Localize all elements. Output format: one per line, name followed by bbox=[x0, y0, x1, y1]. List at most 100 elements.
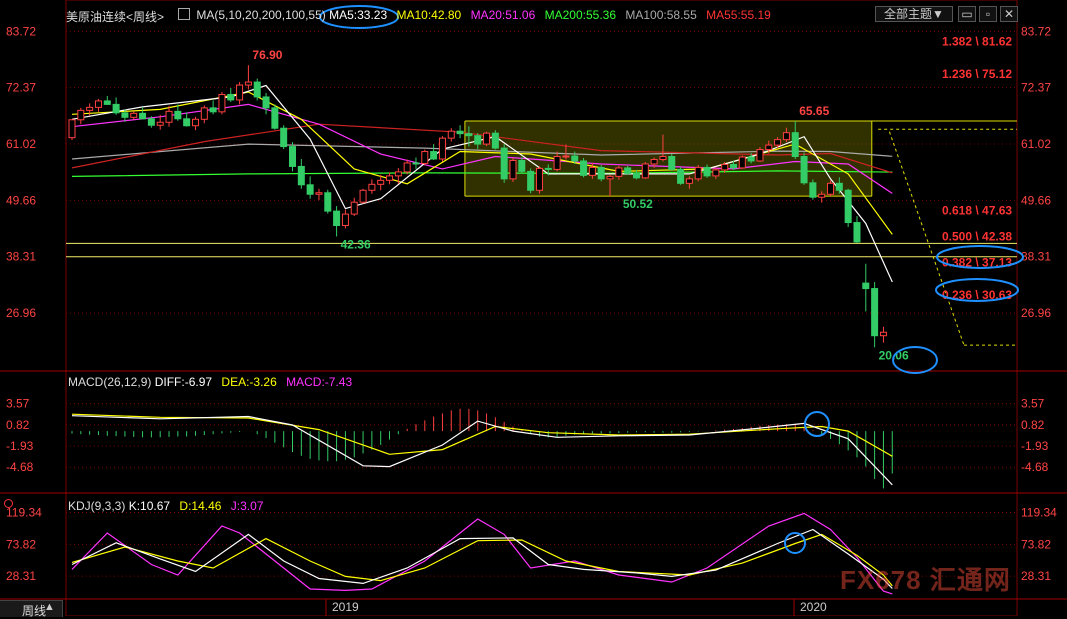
candle-body bbox=[650, 158, 658, 165]
kdj-k: K:10.67 bbox=[128, 499, 171, 513]
maximize-icon: ▫ bbox=[985, 7, 991, 21]
main-ytick-left: 61.02 bbox=[6, 137, 36, 151]
candle-body bbox=[871, 288, 879, 337]
candle-body bbox=[465, 133, 473, 137]
macd-dea: DEA:-3.26 bbox=[221, 375, 277, 389]
candle-body bbox=[280, 127, 288, 148]
candle-body bbox=[659, 156, 667, 160]
main-ytick-right: 61.02 bbox=[1021, 137, 1051, 151]
candle-body bbox=[624, 167, 632, 174]
maximize-button[interactable]: ▫ bbox=[979, 6, 997, 22]
candle-body bbox=[491, 132, 499, 149]
minimize-button[interactable]: ▭ bbox=[958, 6, 976, 22]
kdj-label: KDJ(9,3,3) bbox=[68, 499, 126, 513]
fib-label: 1.236 \ 75.12 bbox=[942, 67, 1012, 81]
candle-body bbox=[703, 166, 711, 177]
main-ytick-right: 26.96 bbox=[1021, 306, 1051, 320]
candle-body bbox=[121, 112, 129, 118]
candle-body bbox=[112, 103, 120, 114]
macd-ytick-left: -1.93 bbox=[6, 439, 34, 453]
candle-body bbox=[712, 169, 720, 177]
macd-ytick-right: 3.57 bbox=[1021, 397, 1045, 411]
candle-body bbox=[597, 166, 605, 180]
price-label: 76.90 bbox=[252, 48, 282, 62]
candle-body bbox=[191, 118, 199, 127]
candle-body bbox=[262, 96, 270, 109]
candle-body bbox=[668, 156, 676, 170]
price-label: 50.52 bbox=[623, 197, 653, 211]
macd-ytick-right: -4.68 bbox=[1021, 460, 1049, 474]
kdj-j: J:3.07 bbox=[230, 499, 264, 513]
candle-body bbox=[809, 182, 817, 198]
candle-body bbox=[580, 160, 588, 176]
main-ytick-left: 26.96 bbox=[6, 306, 36, 320]
candle-body bbox=[756, 149, 764, 162]
candle-body bbox=[747, 156, 755, 162]
candle-body bbox=[474, 135, 482, 145]
close-button[interactable]: ✕ bbox=[1000, 6, 1018, 22]
candle-body bbox=[103, 100, 111, 105]
candle-body bbox=[862, 282, 870, 290]
candle-body bbox=[359, 189, 367, 203]
candle-body bbox=[271, 107, 279, 129]
period-tab[interactable]: 周线 ▲ bbox=[0, 600, 63, 618]
candle-body bbox=[730, 163, 737, 169]
instrument-title: 美原油连续<周线> bbox=[66, 10, 165, 24]
candle-body bbox=[130, 112, 138, 118]
candle-body bbox=[765, 144, 773, 151]
candle-body bbox=[677, 168, 685, 184]
kdj-d: D:14.46 bbox=[179, 499, 222, 513]
candle-body bbox=[139, 112, 147, 120]
kdj-ytick-right: 28.31 bbox=[1021, 569, 1051, 583]
candle-body bbox=[236, 84, 244, 101]
close-icon: ✕ bbox=[1003, 7, 1015, 21]
macd-ytick-right: 0.82 bbox=[1021, 418, 1045, 432]
chart-canvas: 83.72 83.72 72.37 72.37 61.02 61.02 49.66 49.66… bbox=[0, 0, 1067, 616]
chart-header: 美原油连续<周线> bbox=[66, 8, 164, 25]
macd-ytick-left: 3.57 bbox=[6, 397, 30, 411]
candle-body bbox=[527, 170, 535, 191]
main-ytick-right: 72.37 bbox=[1021, 81, 1051, 95]
theme-dropdown[interactable]: 全部主题▼ bbox=[875, 6, 953, 22]
candle-body bbox=[377, 179, 385, 185]
candle-body bbox=[438, 137, 446, 160]
watermark: FX678 汇通网 bbox=[840, 565, 1011, 595]
main-ytick-left: 49.66 bbox=[6, 193, 36, 207]
macd-legend: MACD(26,12,9) DIFF:-6.97 DEA:-3.26 MACD:… bbox=[68, 375, 352, 389]
candle-body bbox=[394, 171, 402, 177]
candle-body bbox=[606, 175, 614, 180]
candle-body bbox=[571, 155, 579, 162]
candle-body bbox=[368, 183, 376, 191]
candle-body bbox=[183, 118, 191, 127]
candle-body bbox=[315, 192, 323, 195]
candle-body bbox=[289, 146, 296, 167]
candle-body bbox=[386, 175, 394, 181]
candle-body bbox=[774, 139, 782, 146]
kdj-legend: KDJ(9,3,3) K:10.67 D:14.46 J:3.07 bbox=[68, 499, 264, 513]
candle-body bbox=[844, 189, 852, 224]
candle-body bbox=[297, 165, 305, 186]
candle-body bbox=[509, 159, 517, 180]
candle-body bbox=[535, 167, 543, 191]
candle-body bbox=[553, 156, 561, 170]
x-axis-label: 2019 bbox=[332, 600, 359, 614]
legend-icon[interactable] bbox=[178, 8, 190, 20]
candle-body bbox=[791, 132, 799, 158]
ma5-value: MA5:33.23 bbox=[329, 8, 388, 22]
kdj-ytick-right: 73.82 bbox=[1021, 537, 1051, 551]
candle-body bbox=[86, 106, 94, 111]
kdj-settings-icon[interactable] bbox=[4, 497, 13, 511]
ma100-value: MA100:58.55 bbox=[625, 8, 697, 22]
ma-label: MA(5,10,20,200,100,55) bbox=[196, 8, 326, 22]
candle-body bbox=[253, 81, 261, 98]
candle-body bbox=[403, 162, 411, 173]
theme-label: 全部主题▼ bbox=[884, 7, 944, 21]
candle-body bbox=[562, 155, 570, 158]
candle-body bbox=[615, 167, 623, 177]
kdj-ytick-right: 119.34 bbox=[1021, 505, 1057, 519]
candle-body bbox=[447, 130, 455, 139]
candle-body bbox=[800, 156, 808, 184]
candle-body bbox=[68, 119, 76, 139]
main-ytick-right: 38.31 bbox=[1021, 250, 1051, 264]
macd-diff: DIFF:-6.97 bbox=[154, 375, 213, 389]
